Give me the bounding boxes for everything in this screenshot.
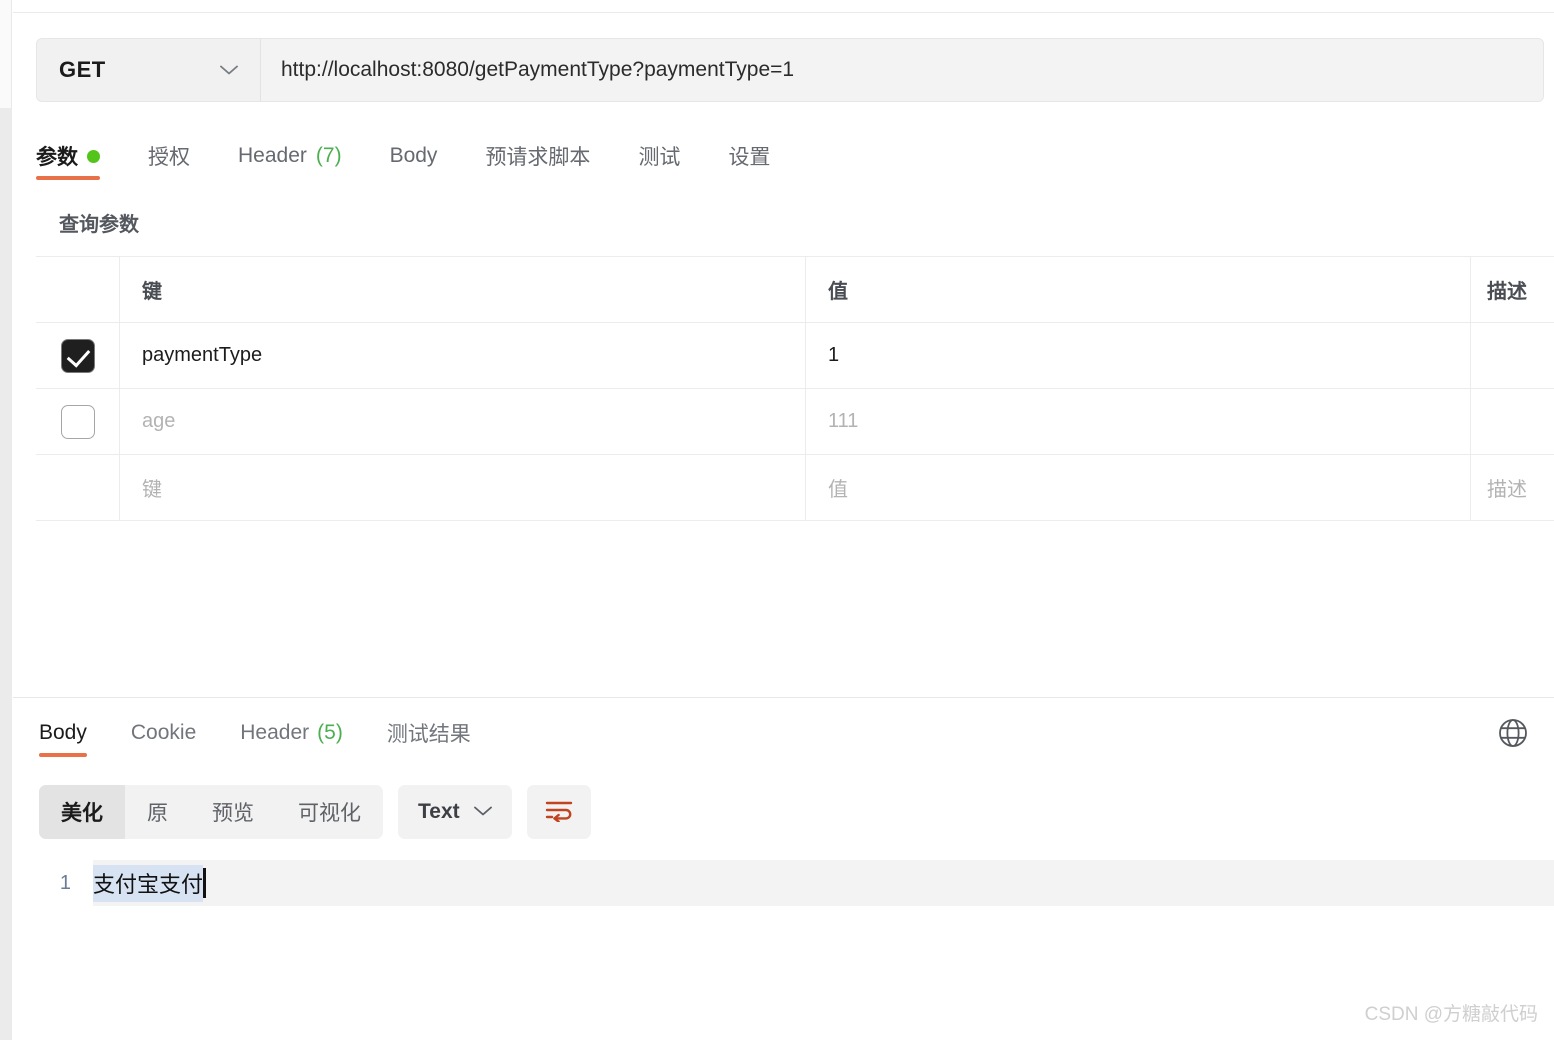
globe-icon[interactable] <box>1496 716 1530 750</box>
tab-auth[interactable]: 授权 <box>148 128 190 184</box>
word-wrap-button[interactable] <box>526 785 591 839</box>
request-response-divider[interactable] <box>13 697 1554 698</box>
left-gutter <box>0 0 12 1040</box>
response-tab-test-results[interactable]: 测试结果 <box>387 708 471 758</box>
tab-tests-label: 测试 <box>638 146 681 169</box>
response-type-select[interactable]: Text <box>398 785 512 839</box>
response-tab-body-label: Body <box>39 721 87 744</box>
row-key-input[interactable]: paymentType <box>142 344 262 367</box>
query-params-title: 查询参数 <box>59 214 139 236</box>
tab-body-label: Body <box>389 144 438 167</box>
response-tab-header-count: (5) <box>317 721 343 744</box>
response-tabs: Body Cookie Header (5) 测试结果 <box>39 708 515 758</box>
tab-body[interactable]: Body <box>390 128 438 184</box>
query-params-table: 键 值 描述 paymentType 1 age 111 键 值 描述 <box>36 256 1554 521</box>
request-url-bar: GET http://localhost:8080/getPaymentType… <box>36 38 1544 102</box>
code-line-content[interactable]: 支付宝支付 <box>93 860 1554 906</box>
row-key-input[interactable]: age <box>142 410 175 433</box>
text-cursor <box>203 868 207 898</box>
tab-params-label: 参数 <box>36 146 78 169</box>
response-body-text: 支付宝支付 <box>93 864 204 902</box>
header-cell-description: 描述 <box>1487 281 1527 303</box>
header-cell-checkbox <box>36 257 120 322</box>
http-method-select[interactable]: GET <box>37 39 261 101</box>
chevron-down-icon <box>473 803 492 821</box>
code-line: 1 支付宝支付 <box>13 860 1554 906</box>
new-row-description-input[interactable]: 描述 <box>1487 473 1527 502</box>
request-url-input[interactable]: http://localhost:8080/getPaymentType?pay… <box>261 39 1543 101</box>
format-mode-group: 美化 原 预览 可视化 <box>39 785 383 839</box>
response-tab-header[interactable]: Header (5) <box>240 708 343 758</box>
tab-header[interactable]: Header (7) <box>238 128 342 184</box>
response-format-toolbar: 美化 原 预览 可视化 Text <box>39 785 591 839</box>
tab-header-count: (7) <box>315 144 342 167</box>
new-row-checkbox-cell <box>36 455 120 520</box>
format-mode-preview[interactable]: 预览 <box>190 785 276 839</box>
row-value-input[interactable]: 1 <box>828 344 839 367</box>
request-url-text: http://localhost:8080/getPaymentType?pay… <box>281 58 795 81</box>
params-modified-dot-icon <box>87 149 100 163</box>
tab-prerequest-script-label: 预请求脚本 <box>485 146 591 169</box>
top-divider <box>13 12 1554 13</box>
table-row-new: 键 值 描述 <box>36 455 1554 521</box>
header-cell-key: 键 <box>142 281 162 303</box>
tab-settings-label: 设置 <box>728 146 771 169</box>
request-tabs: 参数 授权 Header (7) Body 预请求脚本 测试 设置 <box>36 128 1544 184</box>
format-mode-pretty[interactable]: 美化 <box>39 785 125 839</box>
response-tab-body[interactable]: Body <box>39 708 87 758</box>
tab-settings[interactable]: 设置 <box>728 128 770 184</box>
word-wrap-icon <box>544 798 574 827</box>
response-tab-cookie-label: Cookie <box>130 721 197 744</box>
header-cell-value: 值 <box>828 281 848 303</box>
table-header-row: 键 值 描述 <box>36 257 1554 323</box>
tab-params[interactable]: 参数 <box>36 128 100 184</box>
format-mode-raw[interactable]: 原 <box>125 785 190 839</box>
line-number: 1 <box>13 860 93 906</box>
panel-resize-handle[interactable] <box>0 108 12 1040</box>
row-enabled-checkbox[interactable] <box>60 338 95 373</box>
row-enabled-checkbox[interactable] <box>60 404 95 439</box>
response-type-label: Text <box>418 800 460 823</box>
response-tab-header-label: Header <box>240 721 310 744</box>
response-tab-test-results-label: 测试结果 <box>386 723 471 746</box>
row-value-input[interactable]: 111 <box>828 410 858 433</box>
response-tab-cookie[interactable]: Cookie <box>131 708 196 758</box>
new-row-value-input[interactable]: 值 <box>828 473 848 502</box>
format-mode-visualize[interactable]: 可视化 <box>276 785 383 839</box>
api-client-window: GET http://localhost:8080/getPaymentType… <box>0 0 1554 1040</box>
new-row-key-input[interactable]: 键 <box>142 473 162 502</box>
tab-auth-label: 授权 <box>148 146 190 169</box>
tab-prerequest-script[interactable]: 预请求脚本 <box>485 128 590 184</box>
watermark: CSDN @方糖敲代码 <box>1364 1004 1538 1025</box>
response-body-editor[interactable]: 1 支付宝支付 <box>13 860 1554 906</box>
http-method-label: GET <box>59 57 106 82</box>
tab-header-label: Header <box>238 144 307 167</box>
tab-tests[interactable]: 测试 <box>638 128 680 184</box>
chevron-down-icon <box>220 65 238 75</box>
table-row: paymentType 1 <box>36 323 1554 389</box>
table-row: age 111 <box>36 389 1554 455</box>
